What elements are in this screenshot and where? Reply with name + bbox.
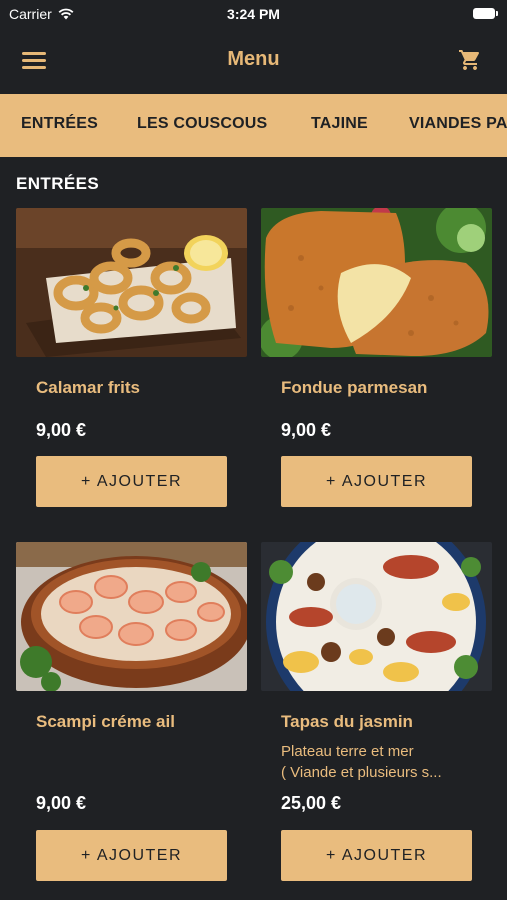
tab-les-couscous[interactable]: LES COUSCOUS	[137, 115, 267, 133]
tab-tajine[interactable]: TAJINE	[311, 115, 368, 133]
navigation-bar: Menu	[0, 28, 507, 94]
product-name: Scampi créme ail	[36, 712, 175, 731]
section-title: ENTRÉES	[16, 174, 100, 193]
status-bar: Carrier 3:24 PM	[0, 0, 507, 28]
add-to-cart-button[interactable]: + AJOUTER	[36, 830, 227, 881]
product-price: 9,00 €	[36, 420, 87, 440]
product-price: 9,00 €	[281, 420, 332, 440]
scampi-photo[interactable]	[16, 542, 247, 691]
add-to-cart-button[interactable]: + AJOUTER	[281, 830, 472, 881]
product-card: Scampi créme ail 9,00 € + AJOUTER	[16, 542, 247, 882]
product-price: 9,00 €	[36, 793, 87, 813]
product-card: Tapas du jasmin Plateau terre et mer ( V…	[261, 542, 492, 882]
product-card: Calamar frits 9,00 € + AJOUTER	[16, 208, 247, 508]
tapas-photo[interactable]	[261, 542, 492, 691]
battery-icon	[473, 8, 498, 19]
description-line: ( Viande et plusieurs s...	[281, 764, 442, 781]
page-title: Menu	[227, 48, 280, 70]
tab-viandes[interactable]: VIANDES PA	[409, 115, 507, 133]
tab-entrees[interactable]: ENTRÉES	[21, 115, 98, 133]
product-description: Plateau terre et mer ( Viande et plusieu…	[281, 741, 481, 783]
add-to-cart-button[interactable]: + AJOUTER	[281, 456, 472, 507]
status-time: 3:24 PM	[227, 6, 280, 22]
calamari-photo[interactable]	[16, 208, 247, 357]
product-name: Calamar frits	[36, 378, 140, 397]
description-line: Plateau terre et mer	[281, 743, 414, 760]
add-to-cart-button[interactable]: + AJOUTER	[36, 456, 227, 507]
product-card: Fondue parmesan 9,00 € + AJOUTER	[261, 208, 492, 508]
category-tabs: ENTRÉES LES COUSCOUS TAJINE VIANDES PA	[0, 94, 507, 157]
product-price: 25,00 €	[281, 793, 342, 813]
fondue-photo[interactable]	[261, 208, 492, 357]
product-name: Fondue parmesan	[281, 378, 428, 397]
shopping-cart-icon[interactable]	[457, 48, 483, 72]
product-name: Tapas du jasmin	[281, 712, 413, 731]
